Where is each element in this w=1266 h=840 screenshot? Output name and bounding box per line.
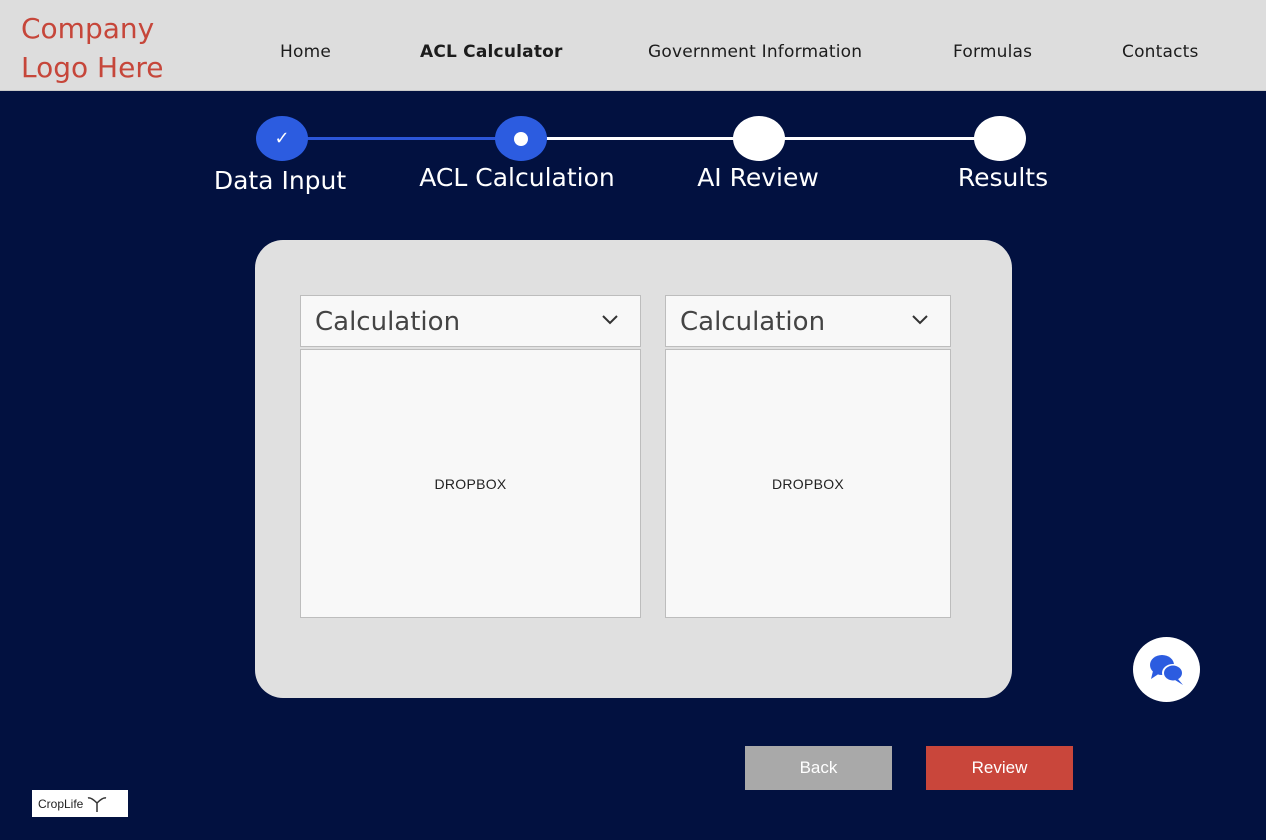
step-label-acl-calculation: ACL Calculation (419, 163, 615, 192)
chevron-down-icon (602, 315, 618, 325)
step-connector-3 (780, 137, 980, 140)
dropbox-label: DROPBOX (771, 475, 845, 492)
calculation-select-right[interactable]: Calculation (665, 295, 951, 347)
step-connector-1 (300, 137, 500, 140)
dot-icon (514, 131, 528, 146)
step-label-ai-review: AI Review (697, 163, 819, 192)
nav-government-information[interactable]: Government Information (648, 42, 862, 62)
top-header: Company Logo Here Home ACL Calculator Go… (0, 0, 1266, 91)
review-button[interactable]: Review (926, 746, 1073, 790)
nav-acl-calculator[interactable]: ACL Calculator (420, 42, 563, 62)
dropbox-right[interactable]: DROPBOX (665, 349, 951, 618)
step-acl-calculation-circle[interactable] (495, 116, 547, 161)
step-label-data-input: Data Input (213, 166, 347, 195)
dropbox-label: DROPBOX (434, 475, 507, 492)
step-connector-2 (540, 137, 740, 140)
check-icon: ✓ (274, 128, 290, 149)
dropbox-left[interactable]: DROPBOX (300, 349, 641, 618)
company-logo[interactable]: Company Logo Here (21, 9, 191, 87)
nav-contacts[interactable]: Contacts (1122, 42, 1199, 62)
select-value: Calculation (680, 307, 826, 337)
croplife-logo: CropLife (32, 790, 128, 817)
back-button[interactable]: Back (745, 746, 892, 790)
calculation-select-left[interactable]: Calculation (300, 295, 641, 347)
step-results-circle[interactable] (974, 116, 1026, 161)
chevron-down-icon (912, 315, 928, 325)
nav-formulas[interactable]: Formulas (953, 42, 1032, 62)
step-ai-review-circle[interactable] (733, 116, 785, 161)
step-label-results: Results (957, 163, 1049, 192)
croplife-logo-text: CropLife (38, 796, 84, 811)
step-data-input-circle[interactable]: ✓ (256, 116, 308, 161)
chat-bubbles-icon (1149, 654, 1184, 685)
select-value: Calculation (315, 307, 461, 337)
plant-icon (88, 796, 107, 812)
chat-button[interactable] (1133, 637, 1200, 702)
nav-home[interactable]: Home (280, 42, 331, 62)
